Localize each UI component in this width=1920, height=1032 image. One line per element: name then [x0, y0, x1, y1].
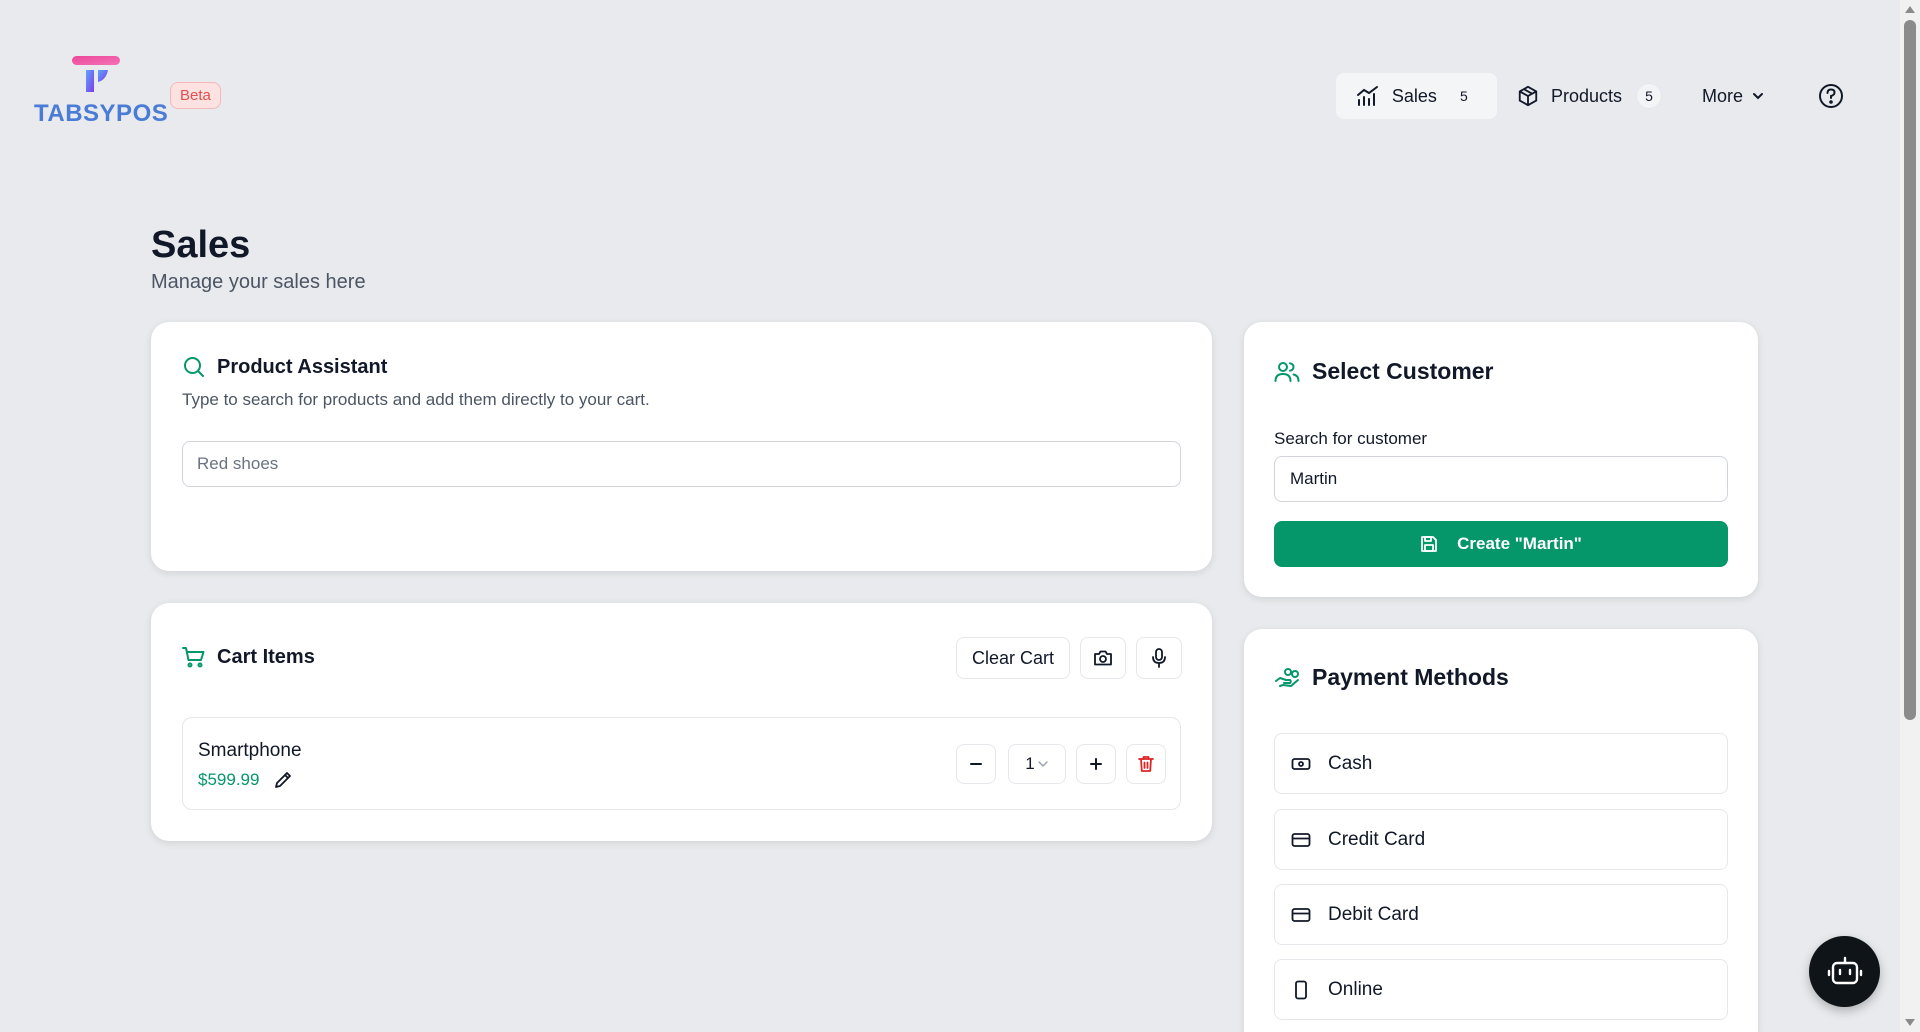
save-icon — [1421, 536, 1438, 552]
help-circle-icon[interactable] — [1817, 82, 1845, 110]
plus-icon — [1090, 758, 1102, 770]
microphone-button[interactable] — [1136, 637, 1182, 679]
scroll-down-arrow-icon[interactable] — [1905, 1019, 1915, 1026]
shopping-cart-icon — [182, 647, 205, 668]
payment-method-credit-card[interactable]: Credit Card — [1274, 809, 1728, 870]
box-icon — [1518, 85, 1538, 107]
smartphone-icon — [1295, 980, 1307, 999]
trash-icon — [1138, 756, 1154, 772]
payment-method-online[interactable]: Online — [1274, 959, 1728, 1020]
app-logo[interactable]: TABSYPOS — [34, 56, 168, 128]
main-nav: Sales 5 Products 5 More — [1335, 73, 1845, 119]
quantity-value: 1 — [1025, 754, 1035, 773]
hand-coins-icon — [1275, 667, 1299, 687]
nav-products-count: 5 — [1635, 83, 1662, 109]
camera-button[interactable] — [1080, 637, 1126, 679]
scrollbar-thumb[interactable] — [1904, 20, 1916, 720]
logo-mark-icon — [72, 56, 120, 92]
debit-card-icon — [1291, 907, 1311, 922]
beta-badge: Beta — [170, 82, 221, 109]
cart-item: Smartphone $599.99 1 — [182, 717, 1181, 810]
customer-search-label: Search for customer — [1274, 429, 1428, 448]
scroll-up-arrow-icon[interactable] — [1905, 6, 1915, 13]
customer-search-input[interactable] — [1274, 456, 1728, 502]
payment-method-label: Debit Card — [1328, 903, 1419, 925]
bot-icon — [1827, 956, 1862, 984]
product-assistant-card: Product Assistant Type to search for pro… — [151, 322, 1212, 571]
cash-icon — [1291, 757, 1311, 770]
page-title: Sales — [151, 224, 251, 266]
payment-method-label: Cash — [1328, 752, 1373, 774]
logo-text: TABSYPOS — [34, 100, 169, 127]
chatbot-button[interactable] — [1809, 936, 1880, 1007]
payment-method-cash[interactable]: Cash — [1274, 733, 1728, 794]
nav-sales-label: Sales — [1391, 85, 1437, 106]
cart-title: Cart Items — [217, 645, 315, 668]
select-customer-title: Select Customer — [1312, 358, 1494, 384]
payment-methods-title: Payment Methods — [1312, 664, 1509, 690]
nav-sales-count: 5 — [1460, 88, 1468, 104]
cart-header: Cart Items — [182, 645, 315, 669]
camera-icon — [1094, 650, 1112, 666]
create-customer-button[interactable]: Create "Martin" — [1274, 521, 1728, 567]
payment-method-label: Online — [1328, 978, 1383, 1000]
quantity-controls: 1 — [946, 744, 1166, 784]
payment-method-debit-card[interactable]: Debit Card — [1274, 884, 1728, 945]
decrease-quantity-button[interactable] — [956, 744, 996, 784]
remove-item-button[interactable] — [1126, 744, 1166, 784]
nav-products[interactable]: Products 5 — [1497, 73, 1682, 119]
create-customer-label: Create "Martin" — [1457, 534, 1582, 553]
users-icon — [1274, 361, 1300, 382]
cart-item-price: $599.99 — [198, 770, 260, 789]
chevron-down-icon — [1753, 93, 1763, 100]
product-assistant-title: Product Assistant — [217, 355, 388, 378]
quantity-select[interactable]: 1 — [1008, 744, 1066, 784]
cart-item-price-row: $599.99 — [198, 770, 293, 790]
cart-item-name: Smartphone — [198, 740, 302, 761]
nav-sales[interactable]: Sales 5 — [1335, 73, 1497, 119]
nav-more[interactable]: More — [1682, 73, 1785, 119]
cart-card: Cart Items Clear Cart Smartphone $599.99 — [151, 603, 1212, 841]
select-customer-header: Select Customer — [1274, 358, 1494, 385]
nav-products-label: Products — [1550, 85, 1622, 106]
minus-icon — [970, 763, 982, 765]
payment-methods-card: Payment Methods Cash Credit Card Debit C… — [1244, 629, 1758, 1032]
page-subtitle: Manage your sales here — [151, 271, 366, 293]
select-customer-card: Select Customer Search for customer Crea… — [1244, 322, 1758, 597]
microphone-icon — [1152, 648, 1166, 668]
product-assistant-header: Product Assistant — [182, 355, 387, 379]
clear-cart-button[interactable]: Clear Cart — [955, 637, 1070, 679]
chevron-down-icon — [1037, 761, 1048, 768]
search-icon — [184, 357, 204, 377]
page-scrollbar[interactable] — [1900, 0, 1920, 1032]
increase-quantity-button[interactable] — [1076, 744, 1116, 784]
cart-actions: Clear Cart — [955, 637, 1182, 679]
nav-more-label: More — [1701, 85, 1743, 106]
chart-icon — [1356, 86, 1378, 106]
payment-method-label: Credit Card — [1328, 828, 1426, 850]
app-header: TABSYPOS Beta Sales 5 Products 5 More — [0, 0, 1900, 190]
product-search-input[interactable] — [182, 441, 1181, 487]
product-assistant-description: Type to search for products and add them… — [182, 390, 650, 409]
payment-methods-header: Payment Methods — [1274, 664, 1509, 691]
pencil-icon[interactable] — [273, 770, 293, 790]
credit-card-icon — [1291, 832, 1311, 847]
